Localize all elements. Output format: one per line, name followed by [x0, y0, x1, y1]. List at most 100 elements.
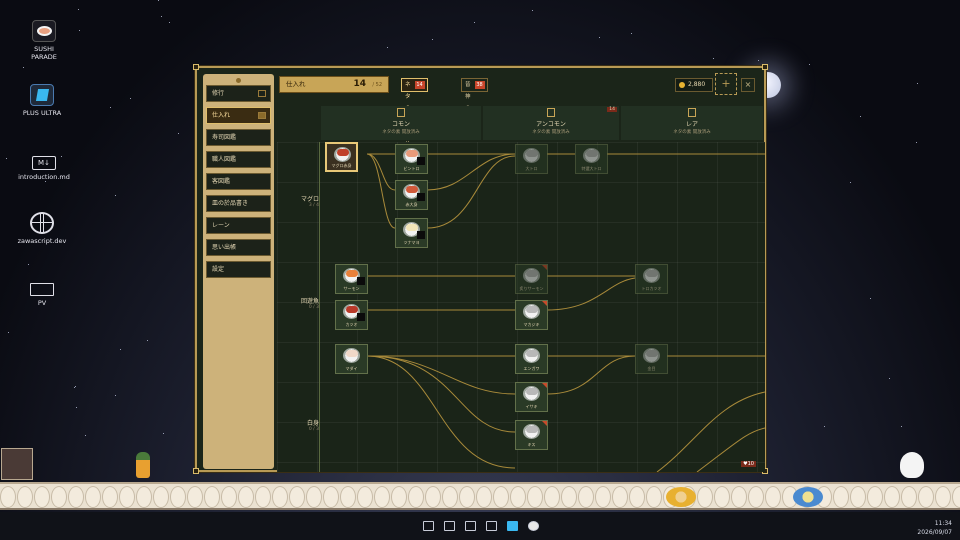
- belt-segment: [204, 486, 220, 508]
- window-icon[interactable]: [444, 521, 455, 531]
- mascot-character-icon[interactable]: [900, 452, 924, 478]
- sushi-node[interactable]: マグロ赤身: [325, 142, 358, 172]
- phone-icon: [547, 108, 555, 117]
- sushi-node[interactable]: 大トロ: [515, 144, 548, 174]
- sushi-icon: [406, 150, 418, 157]
- star: [147, 340, 148, 341]
- sushi-node[interactable]: イサキ: [515, 382, 548, 412]
- sushi-node[interactable]: サーモン: [335, 264, 368, 294]
- star: [163, 433, 164, 434]
- sticky-note[interactable]: [1, 448, 33, 480]
- sushi-icon: [526, 388, 538, 395]
- star: [474, 22, 475, 23]
- desktop-icon-introduction[interactable]: M↓ introduction.md: [12, 152, 76, 181]
- sidebar-item[interactable]: 修行: [206, 85, 271, 102]
- sidebar-item-badge-icon: [258, 90, 266, 97]
- star: [532, 10, 533, 11]
- browser-icon[interactable]: [465, 521, 476, 531]
- tab-unopened[interactable]: ネタの未開放 14: [401, 78, 428, 148]
- sidebar-item[interactable]: 設定: [206, 261, 271, 278]
- sushi-node-label: トロカツオ: [641, 286, 662, 291]
- belt-segment: [170, 486, 186, 508]
- sushi-icon: [526, 150, 538, 157]
- belt-segment: [629, 486, 645, 508]
- taskbar: 11:34 2026/09/07: [0, 512, 960, 540]
- sushi-plate-blue[interactable]: [793, 487, 823, 507]
- add-button[interactable]: +: [715, 73, 737, 95]
- plus-ultra-icon[interactable]: [507, 521, 518, 531]
- belt-segment: [391, 486, 407, 508]
- belt-segment: [17, 486, 33, 508]
- sushi-icon: [346, 306, 358, 313]
- sushi-node-label: 特選大トロ: [581, 166, 602, 171]
- star: [824, 426, 825, 427]
- sushi-node-label: カツオ: [345, 322, 358, 327]
- sushi-node[interactable]: カツオ: [335, 300, 368, 330]
- sushi-icon: [346, 270, 358, 277]
- belt-segment: [612, 486, 628, 508]
- sidebar-item[interactable]: 職人図鑑: [206, 151, 271, 168]
- sushi-node[interactable]: キス: [515, 420, 548, 450]
- lock-box-icon: [357, 313, 365, 321]
- folder-icon[interactable]: [423, 521, 434, 531]
- star: [178, 133, 179, 134]
- desktop-icon-zawascript[interactable]: zawascript.dev: [10, 212, 74, 245]
- cat-character-icon[interactable]: [136, 452, 150, 478]
- sidebar-item[interactable]: 寿司図鑑: [206, 129, 271, 146]
- star: [631, 33, 632, 34]
- clock-time: 11:34: [934, 520, 952, 527]
- star: [758, 60, 759, 61]
- star: [599, 37, 600, 38]
- star: [45, 181, 46, 182]
- sushi-node[interactable]: ツナマヨ: [395, 218, 428, 248]
- sushi-plate-gold[interactable]: [666, 487, 696, 507]
- sidebar-item[interactable]: レーン: [206, 217, 271, 234]
- sushi-icon: [526, 270, 538, 277]
- sushi-icon: [586, 150, 598, 157]
- terminal-icon[interactable]: [486, 521, 497, 531]
- star: [23, 67, 24, 68]
- sushi-node[interactable]: ビントロ: [395, 144, 428, 174]
- sidebar-item[interactable]: 客図鑑: [206, 173, 271, 190]
- sushi-node[interactable]: トロカツオ: [635, 264, 668, 294]
- sushi-node[interactable]: 金目: [635, 344, 668, 374]
- sushi-node[interactable]: 特選大トロ: [575, 144, 608, 174]
- sushi-node[interactable]: マカジキ: [515, 300, 548, 330]
- belt-segment: [510, 486, 526, 508]
- sushi-node[interactable]: 炙りサーモン: [515, 264, 548, 294]
- mascot-icon[interactable]: [528, 521, 539, 531]
- belt-segment: [527, 486, 543, 508]
- belt-segment: [697, 486, 713, 508]
- sushi-node[interactable]: エンガワ: [515, 344, 548, 374]
- crystal-icon: [688, 108, 696, 117]
- globe-icon: [30, 212, 54, 234]
- sushi-icon: [406, 224, 418, 231]
- desktop-icon-sushi-parade[interactable]: SUSHI PARADE: [12, 20, 76, 61]
- sidebar-item[interactable]: 皿の於品書き: [206, 195, 271, 212]
- desktop-icon-pv[interactable]: PV: [10, 278, 74, 307]
- belt-segment: [34, 486, 50, 508]
- belt-segment: [850, 486, 866, 508]
- star: [387, 47, 388, 48]
- belt-segment: [357, 486, 373, 508]
- desktop-icon-label: PV: [37, 299, 47, 307]
- sidebar-item[interactable]: 仕入れ: [206, 107, 271, 124]
- sushi-icon: [646, 350, 658, 357]
- tab-count-badge: 38: [474, 81, 485, 89]
- sidebar-item[interactable]: 思い出帳: [206, 239, 271, 256]
- sidebar-item-label: 寿司図鑑: [212, 134, 237, 141]
- belt-segment: [272, 486, 288, 508]
- desktop-icon-plus-ultra[interactable]: PLUS ULTRA: [10, 84, 74, 117]
- tab-count-badge: 14: [414, 81, 425, 89]
- belt-segment: [493, 486, 509, 508]
- close-button[interactable]: ×: [741, 78, 755, 92]
- sushi-parade-icon: [32, 20, 56, 42]
- belt-segment: [0, 486, 16, 508]
- sushi-node[interactable]: マダイ: [335, 344, 368, 374]
- sushi-node[interactable]: 赤大身: [395, 180, 428, 210]
- belt-segment: [544, 486, 560, 508]
- new-marker-icon: [542, 265, 547, 270]
- sushi-icon: [526, 306, 538, 313]
- desktop-icon-label: introduction.md: [18, 173, 70, 181]
- tab-second[interactable]: 皆神の駆立 38: [461, 78, 488, 136]
